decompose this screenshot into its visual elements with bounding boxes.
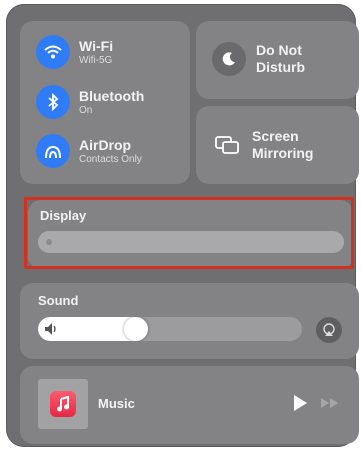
bluetooth-control[interactable]: Bluetooth On — [36, 85, 144, 119]
dnd-title-line2: Disturb — [256, 59, 305, 75]
moon-icon — [212, 42, 246, 76]
music-note-icon — [50, 391, 76, 417]
network-tile: Wi-Fi Wifi-5G Bluetooth On AirDrop Conta… — [20, 21, 190, 184]
airplay-button[interactable] — [316, 317, 342, 343]
airdrop-status: Contacts Only — [79, 153, 142, 165]
mirroring-title-line1: Screen — [252, 128, 299, 144]
airdrop-icon — [36, 134, 70, 168]
airdrop-title: AirDrop — [79, 136, 132, 153]
mirroring-title-line2: Mirroring — [252, 145, 314, 161]
now-playing-tile: Music — [20, 366, 359, 444]
sound-label: Sound — [38, 293, 79, 308]
speaker-icon — [45, 323, 56, 335]
screen-mirroring-tile[interactable]: Screen Mirroring — [196, 106, 359, 184]
airplay-icon — [323, 323, 335, 336]
wifi-control[interactable]: Wi-Fi Wifi-5G — [36, 35, 113, 69]
screen-mirroring-icon — [212, 128, 242, 162]
album-art[interactable] — [38, 379, 88, 429]
volume-knob[interactable] — [124, 317, 149, 341]
fast-forward-icon[interactable] — [320, 397, 340, 409]
sound-tile: Sound — [20, 283, 359, 359]
bluetooth-icon — [36, 85, 70, 119]
bluetooth-status: On — [79, 104, 93, 116]
play-icon[interactable] — [292, 394, 308, 412]
now-playing-title: Music — [98, 396, 135, 411]
bluetooth-title: Bluetooth — [79, 87, 145, 104]
wifi-title: Wi-Fi — [79, 37, 114, 54]
airdrop-control[interactable]: AirDrop Contacts Only — [36, 134, 142, 168]
control-center-panel: Wi-Fi Wifi-5G Bluetooth On AirDrop Conta… — [6, 4, 359, 447]
display-highlight-box — [24, 197, 354, 269]
volume-slider[interactable] — [38, 317, 302, 341]
wifi-network-name: Wifi-5G — [79, 54, 113, 66]
do-not-disturb-tile[interactable]: Do Not Disturb — [196, 21, 359, 99]
wifi-icon — [36, 35, 70, 69]
dnd-title-line1: Do Not — [256, 42, 302, 58]
